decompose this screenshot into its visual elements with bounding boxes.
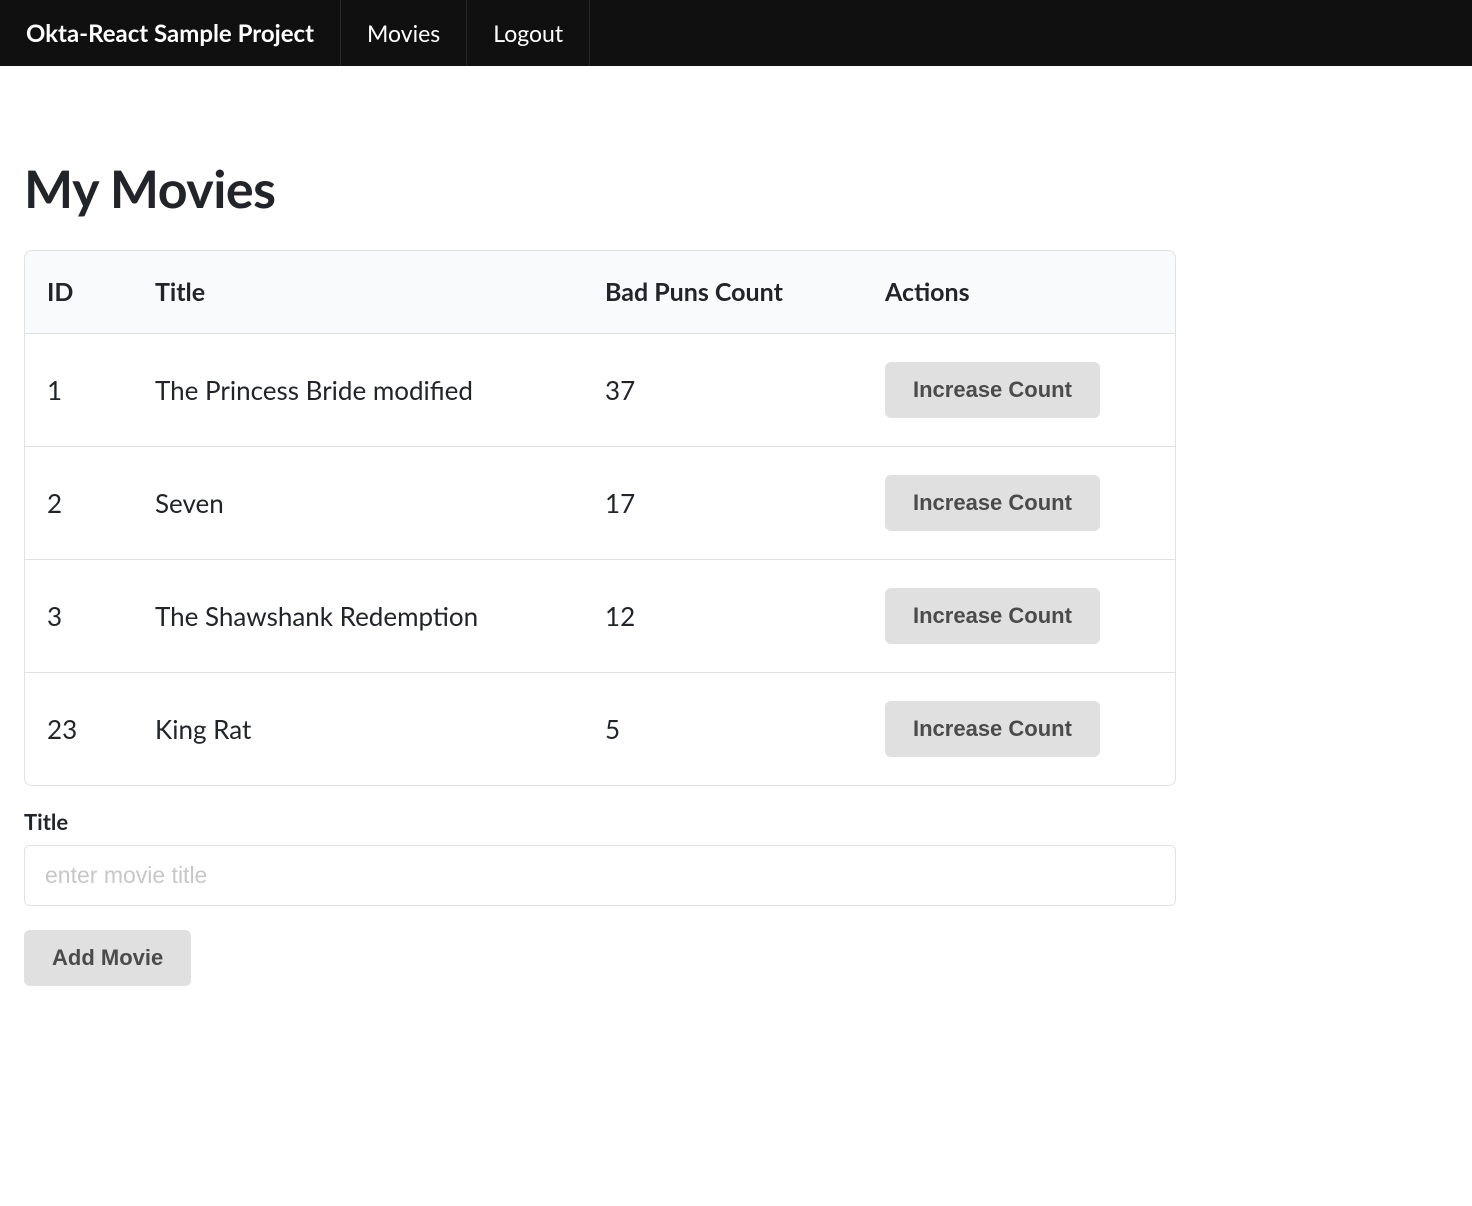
table-row: 3 The Shawshank Redemption 12 Increase C…	[25, 560, 1175, 673]
cell-count: 17	[585, 447, 865, 560]
table-header-count: Bad Puns Count	[585, 251, 865, 334]
navbar: Okta-React Sample Project Movies Logout	[0, 0, 1472, 66]
cell-title: The Shawshank Redemption	[135, 560, 585, 673]
cell-actions: Increase Count	[865, 560, 1175, 673]
movies-table: ID Title Bad Puns Count Actions 1 The Pr…	[25, 251, 1175, 785]
cell-id: 3	[25, 560, 135, 673]
movies-table-wrapper: ID Title Bad Puns Count Actions 1 The Pr…	[24, 250, 1176, 786]
cell-id: 23	[25, 673, 135, 786]
cell-title: King Rat	[135, 673, 585, 786]
cell-actions: Increase Count	[865, 447, 1175, 560]
add-movie-form: Title Add Movie	[24, 808, 1176, 986]
cell-count: 5	[585, 673, 865, 786]
cell-actions: Increase Count	[865, 673, 1175, 786]
increase-count-button[interactable]: Increase Count	[885, 475, 1100, 531]
increase-count-button[interactable]: Increase Count	[885, 701, 1100, 757]
table-header-actions: Actions	[865, 251, 1175, 334]
title-label: Title	[24, 808, 1176, 835]
cell-id: 2	[25, 447, 135, 560]
cell-title: Seven	[135, 447, 585, 560]
navbar-item-logout[interactable]: Logout	[467, 0, 590, 66]
navbar-brand[interactable]: Okta-React Sample Project	[0, 0, 341, 66]
navbar-item-movies[interactable]: Movies	[341, 0, 467, 66]
cell-actions: Increase Count	[865, 334, 1175, 447]
table-row: 23 King Rat 5 Increase Count	[25, 673, 1175, 786]
increase-count-button[interactable]: Increase Count	[885, 588, 1100, 644]
add-movie-button[interactable]: Add Movie	[24, 930, 191, 986]
movie-title-input[interactable]	[24, 845, 1176, 906]
cell-id: 1	[25, 334, 135, 447]
increase-count-button[interactable]: Increase Count	[885, 362, 1100, 418]
cell-count: 12	[585, 560, 865, 673]
table-header-row: ID Title Bad Puns Count Actions	[25, 251, 1175, 334]
cell-title: The Princess Bride modified	[135, 334, 585, 447]
cell-count: 37	[585, 334, 865, 447]
table-header-id: ID	[25, 251, 135, 334]
page-title: My Movies	[24, 158, 1176, 220]
table-row: 1 The Princess Bride modified 37 Increas…	[25, 334, 1175, 447]
table-header-title: Title	[135, 251, 585, 334]
table-row: 2 Seven 17 Increase Count	[25, 447, 1175, 560]
main-container: My Movies ID Title Bad Puns Count Action…	[0, 158, 1200, 986]
